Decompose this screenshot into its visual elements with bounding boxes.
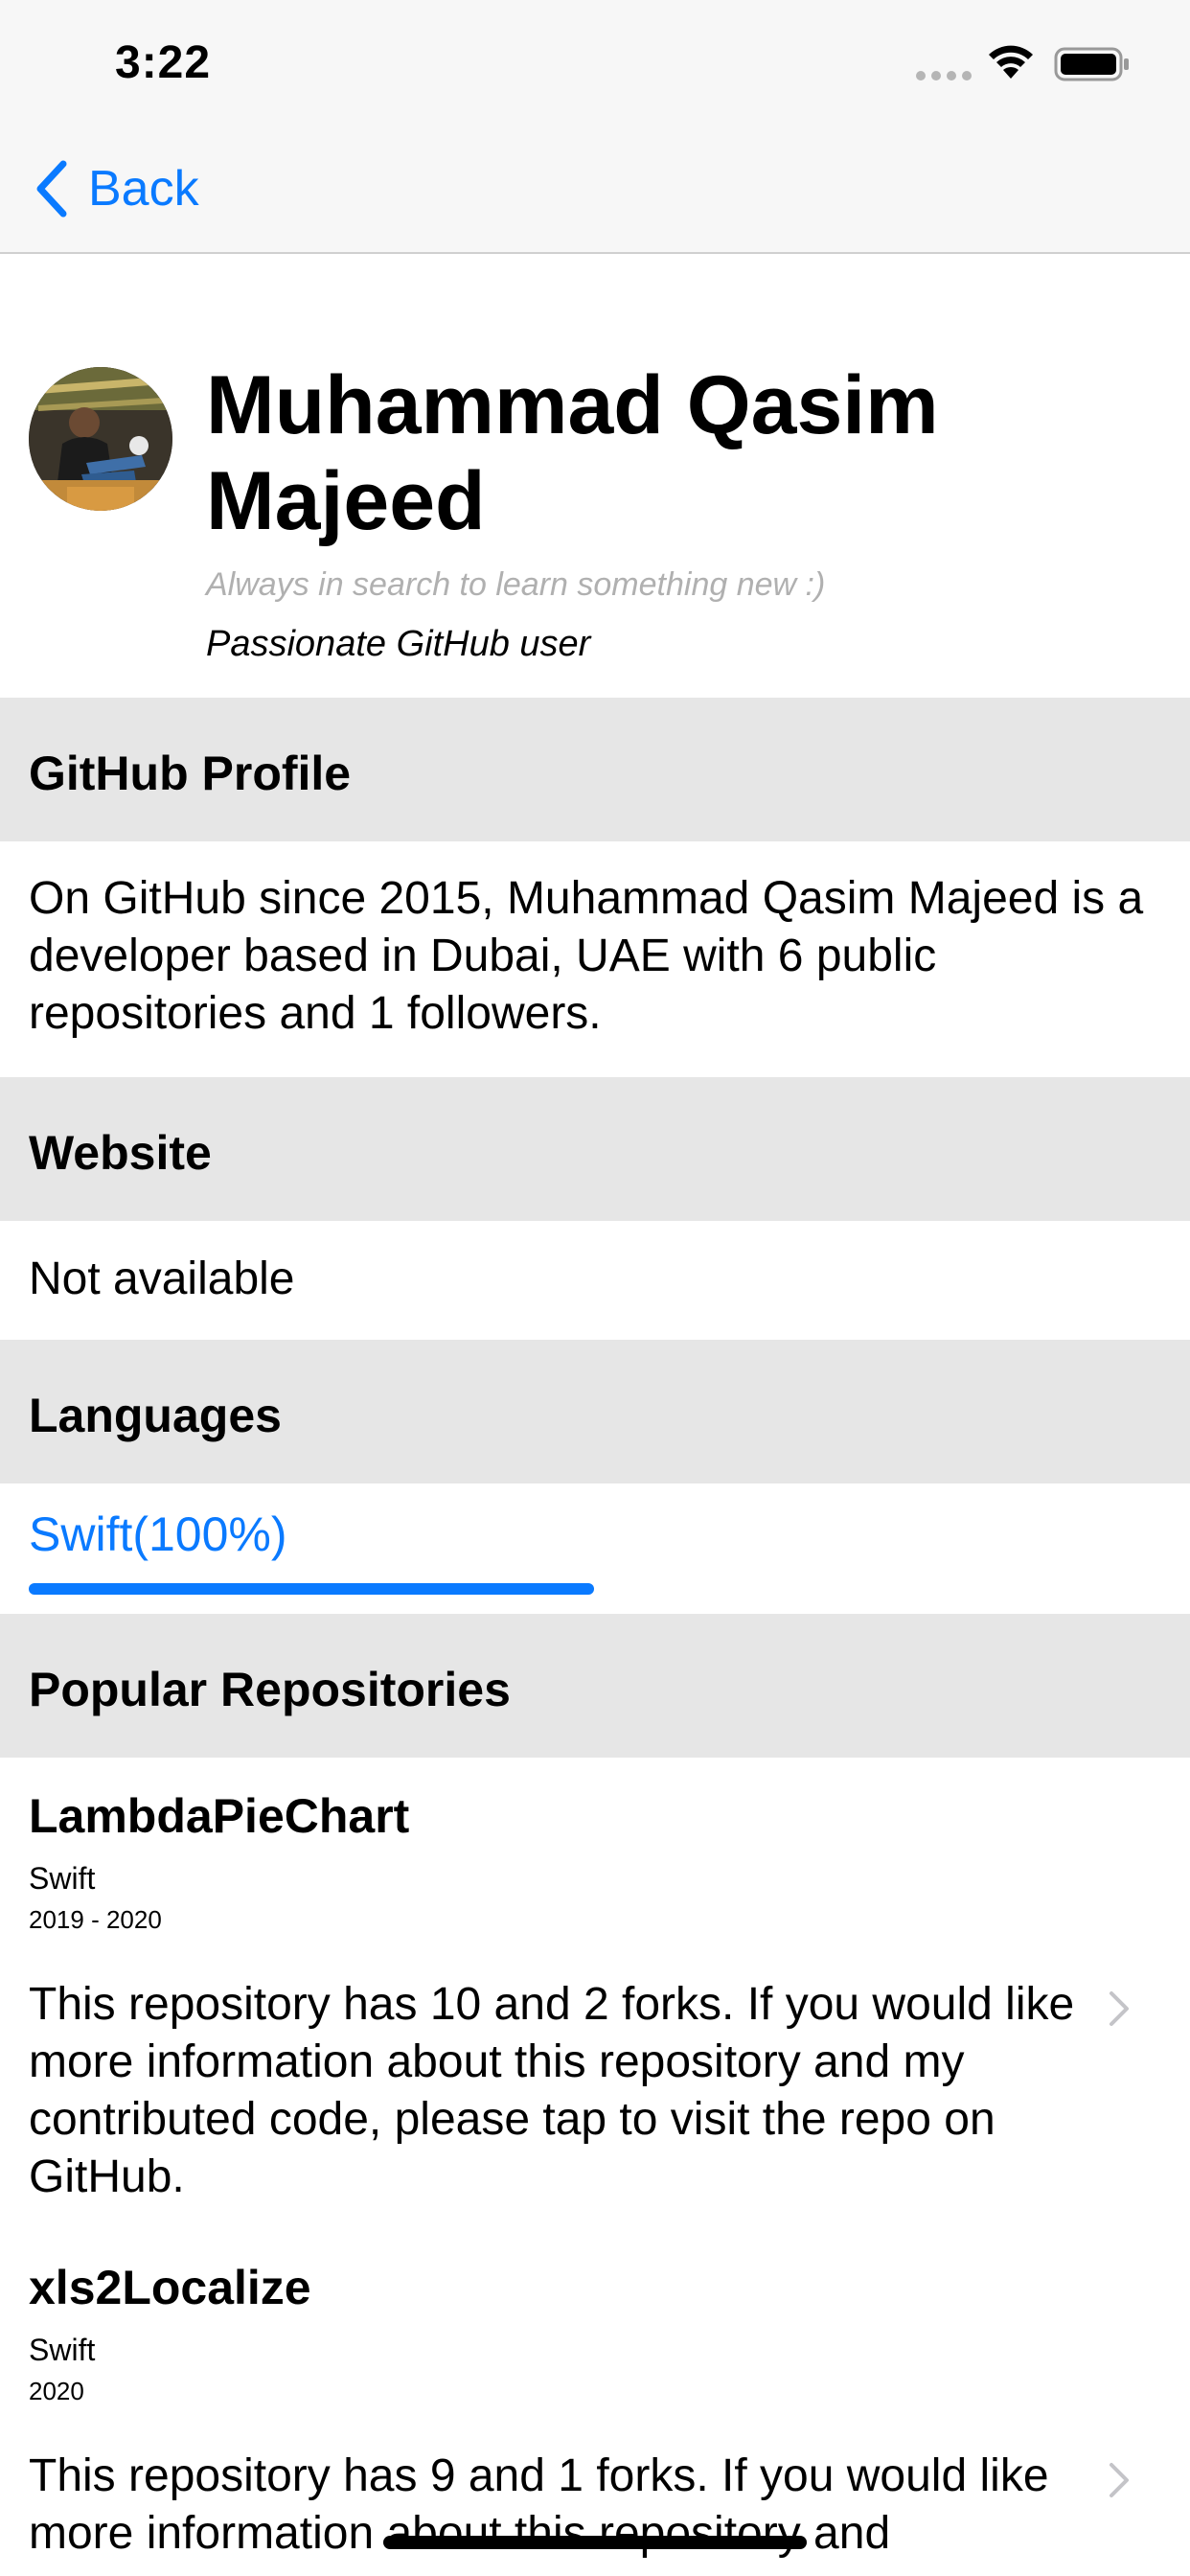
repository-language: Swift xyxy=(29,2333,96,2367)
repository-description: This repository has 10 and 2 forks. If y… xyxy=(29,1979,1075,2202)
chevron-right-icon xyxy=(1110,1991,1129,2026)
profile-tagline: Passionate GitHub user xyxy=(206,624,591,664)
profile-name: Muhammad Qasim Majeed xyxy=(206,359,939,547)
section-title: Website xyxy=(29,1126,212,1180)
repository-name: LambdaPieChart xyxy=(29,1789,410,1843)
repository-name: xls2Localize xyxy=(29,2261,311,2314)
language-progress-bar xyxy=(29,1583,594,1595)
status-time: 3:22 xyxy=(115,37,212,88)
status-bar: 3:22 xyxy=(0,0,1190,126)
language-progress-fill xyxy=(29,1583,594,1595)
back-label: Back xyxy=(88,161,199,217)
section-title: GitHub Profile xyxy=(29,747,352,800)
section-title: Languages xyxy=(29,1389,282,1442)
profile-bio: Always in search to learn something new … xyxy=(206,566,826,603)
wifi-icon xyxy=(989,45,1033,79)
repository-years: 2020 xyxy=(29,2377,84,2405)
section-title: Popular Repositories xyxy=(29,1663,511,1716)
navigation-bar: Back xyxy=(0,126,1190,254)
avatar xyxy=(29,367,172,511)
repository-row-xls2localize[interactable]: xls2Localize Swift 2020 This repository … xyxy=(0,2260,1190,2576)
section-header-popular-repositories: Popular Repositories xyxy=(0,1614,1190,1758)
github-profile-summary: On GitHub since 2015, Muhammad Qasim Maj… xyxy=(29,873,1144,1039)
battery-icon xyxy=(1054,47,1129,81)
repository-row-lambdapiechart[interactable]: LambdaPieChart Swift 2019 - 2020 This re… xyxy=(0,1788,1190,2210)
cellular-signal-icon xyxy=(916,71,972,80)
section-header-github-profile: GitHub Profile xyxy=(0,698,1190,841)
section-header-website: Website xyxy=(0,1077,1190,1221)
screen: 3:22 Back Muhammad Qasim Majeed Always i… xyxy=(0,0,1190,2576)
section-header-languages: Languages xyxy=(0,1340,1190,1484)
chevron-left-icon xyxy=(36,160,67,218)
language-label: Swift(100%) xyxy=(29,1507,287,1561)
repository-language: Swift xyxy=(29,1861,96,1896)
website-value: Not available xyxy=(29,1254,295,1304)
repository-years: 2019 - 2020 xyxy=(29,1905,162,1934)
back-button[interactable]: Back xyxy=(34,155,199,222)
home-indicator xyxy=(383,2536,807,2549)
profile-header: Muhammad Qasim Majeed Always in search t… xyxy=(0,254,1190,698)
chevron-right-icon xyxy=(1110,2463,1129,2497)
